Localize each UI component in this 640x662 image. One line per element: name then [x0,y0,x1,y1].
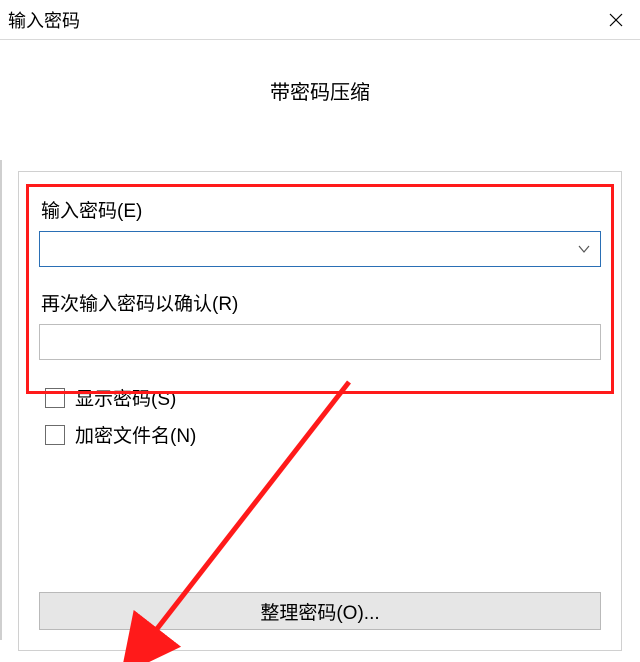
checkbox-icon [45,388,65,408]
window-title: 输入密码 [8,7,596,33]
confirm-field[interactable] [39,324,601,360]
organize-passwords-button[interactable]: 整理密码(O)... [39,592,601,630]
checkbox-icon [45,425,65,445]
show-password-label: 显示密码(S) [75,384,176,411]
encrypt-filenames-label: 加密文件名(N) [75,421,196,448]
close-button[interactable] [596,0,636,40]
encrypt-filenames-checkbox[interactable]: 加密文件名(N) [45,421,601,448]
password-label: 输入密码(E) [41,196,601,223]
password-combo[interactable] [39,231,601,267]
dialog-subtitle: 带密码压缩 [0,40,640,119]
left-edge-shadow [0,160,2,640]
organize-button-label: 整理密码(O)... [260,598,379,625]
close-icon [608,12,624,28]
confirm-input[interactable] [48,327,592,357]
password-input[interactable] [48,234,574,264]
title-bar: 输入密码 [0,0,640,40]
show-password-checkbox[interactable]: 显示密码(S) [45,384,601,411]
chevron-down-icon[interactable] [574,239,594,259]
password-group: 输入密码(E) 再次输入密码以确认(R) 显示密码(S) 加密文件名(N) 整理… [18,171,622,651]
confirm-label: 再次输入密码以确认(R) [41,289,601,316]
dialog-body: 带密码压缩 输入密码(E) 再次输入密码以确认(R) 显示密码(S) 加密文件名… [0,40,640,662]
